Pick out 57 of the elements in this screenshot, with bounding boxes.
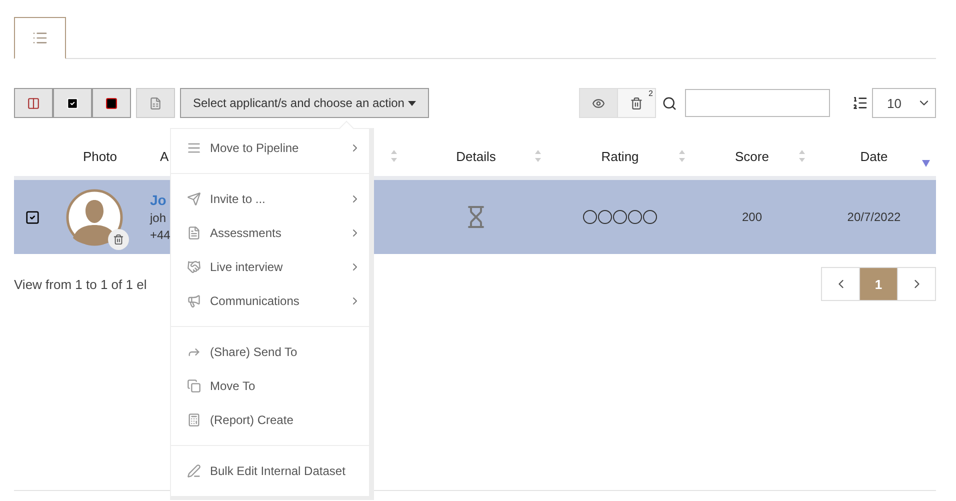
- delete-photo-button[interactable]: [108, 228, 129, 250]
- calculator-icon: [187, 413, 201, 427]
- records-summary: View from 1 to 1 of 1 el: [14, 276, 147, 292]
- menu-item[interactable]: Communications: [171, 284, 369, 318]
- sort-icon[interactable]: [678, 149, 686, 163]
- applicant-phone: +44: [150, 228, 170, 242]
- search-icon: [662, 96, 677, 110]
- eye-icon: [592, 96, 605, 110]
- menu-item[interactable]: Invite to ...: [171, 182, 369, 216]
- menu-item[interactable]: (Share) Send To: [171, 335, 369, 369]
- checked-box-icon: [66, 96, 79, 110]
- caret-icon: [408, 100, 416, 106]
- column-header: Rating: [601, 148, 639, 164]
- menu-item[interactable]: Move To: [171, 369, 369, 403]
- trash-icon: [630, 96, 643, 110]
- menu-item[interactable]: Move to Pipeline: [171, 131, 369, 165]
- trash-button[interactable]: 2: [617, 88, 656, 118]
- list-tab[interactable]: [14, 17, 66, 59]
- pen-icon: [187, 464, 201, 478]
- sort-icon[interactable]: [798, 149, 806, 163]
- columns-button[interactable]: [14, 88, 53, 118]
- columns-icon: [27, 96, 40, 110]
- lines-icon: [187, 141, 201, 155]
- megaphone-icon: [187, 294, 201, 308]
- column-header: A: [160, 148, 169, 164]
- spreadsheet-icon: [149, 96, 162, 110]
- paper-plane-icon: [187, 192, 201, 206]
- action-dropdown-button[interactable]: Select applicant/s and choose an action: [180, 88, 430, 118]
- excel-export-button[interactable]: [136, 88, 175, 118]
- applicant-email: joh: [150, 211, 166, 225]
- column-header: Date: [860, 148, 888, 164]
- sort-icon[interactable]: [922, 160, 930, 167]
- date-cell-text: 20/7/2022: [846, 210, 902, 224]
- filled-square-icon: [105, 96, 118, 110]
- page-size-select[interactable]: 10: [872, 88, 936, 118]
- numbered-list-icon: [852, 95, 868, 111]
- column-header: Details: [456, 148, 496, 164]
- search-field[interactable]: [685, 89, 830, 117]
- select-all-button[interactable]: [53, 88, 92, 118]
- list-icon: [32, 30, 48, 46]
- document-icon: [187, 226, 201, 240]
- menu-item[interactable]: (Report) Create: [171, 403, 369, 437]
- view-button[interactable]: [579, 88, 618, 118]
- column-header: Photo: [83, 148, 117, 164]
- avatar-icon: [66, 188, 123, 246]
- column-header: Score: [735, 148, 769, 164]
- score-cell-text: 200: [740, 210, 764, 224]
- copy-icon: [187, 379, 201, 393]
- trash-icon: [113, 234, 124, 244]
- count-label: 2: [648, 89, 653, 98]
- deselect-all-button[interactable]: [92, 88, 131, 118]
- sort-icon[interactable]: [534, 149, 542, 163]
- sort-icon[interactable]: [390, 149, 398, 163]
- menu-item[interactable]: Assessments: [171, 216, 369, 250]
- checkbox[interactable]: [24, 210, 40, 224]
- menu-item[interactable]: Bulk Edit Internal Dataset: [171, 454, 369, 488]
- handshake-icon: [187, 260, 201, 274]
